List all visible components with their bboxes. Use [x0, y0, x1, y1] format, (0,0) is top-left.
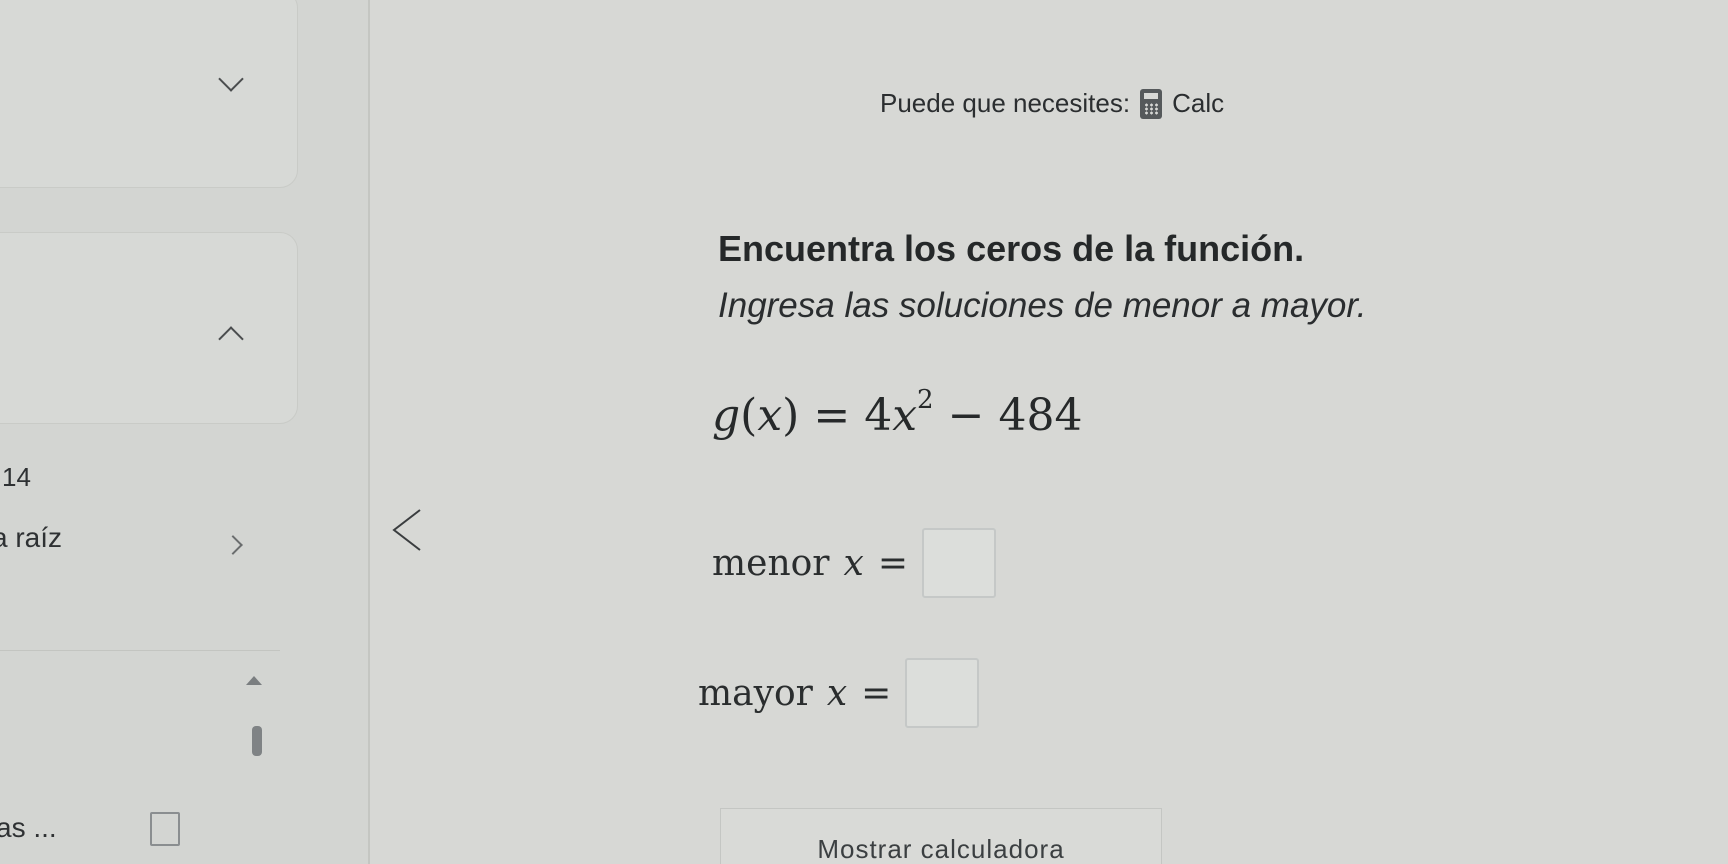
sidebar-divider [0, 650, 280, 651]
show-calculator-button[interactable]: Mostrar calculadora [720, 808, 1162, 864]
function-name: g [712, 390, 741, 441]
sidebar-number: 14 [2, 462, 31, 492]
coefficient: 4 [864, 390, 893, 441]
answer-label: menor [712, 542, 830, 584]
function-formula: g(x) = 4x2 − 484 [712, 385, 1083, 441]
hint-label: Puede que necesites: [880, 88, 1131, 118]
sidebar-card-middle[interactable] [0, 232, 298, 424]
answer-equals: = [877, 542, 908, 584]
upper-answer-input[interactable] [905, 658, 980, 728]
lower-answer-input[interactable] [922, 528, 996, 598]
answer-row-lower: menor x = [712, 528, 996, 598]
problem-instruction: Ingresa las soluciones de menor a mayor. [718, 286, 1367, 325]
answer-equals: = [861, 672, 892, 714]
arrow-left-icon[interactable] [386, 506, 434, 554]
chevron-right-icon[interactable] [223, 535, 243, 555]
minus-sign: − [947, 390, 985, 441]
scroll-up-icon[interactable] [246, 676, 262, 685]
constant: 484 [998, 390, 1083, 441]
sidebar: 14 a raíz as ... [0, 0, 370, 864]
answer-var: x [826, 672, 848, 714]
sidebar-item-label[interactable]: a raíz [0, 522, 62, 554]
scroll-thumb[interactable] [252, 726, 262, 756]
hint-line: Puede que necesites: Calc [880, 88, 1224, 119]
sidebar-card-top[interactable] [0, 0, 298, 188]
edit-icon[interactable] [150, 812, 180, 846]
exponent: 2 [917, 385, 934, 416]
function-var: x [757, 390, 783, 441]
calculator-link[interactable]: Calc [1172, 88, 1224, 119]
equals-sign: = [813, 390, 851, 441]
answer-label: mayor [698, 672, 813, 714]
calculator-icon[interactable] [1140, 88, 1163, 119]
sidebar-bottom-label[interactable]: as ... [0, 812, 57, 844]
formula-var: x [892, 390, 918, 441]
answer-row-upper: mayor x = [698, 658, 980, 728]
answer-var: x [843, 542, 864, 584]
problem-title: Encuentra los ceros de la función. [718, 228, 1305, 269]
